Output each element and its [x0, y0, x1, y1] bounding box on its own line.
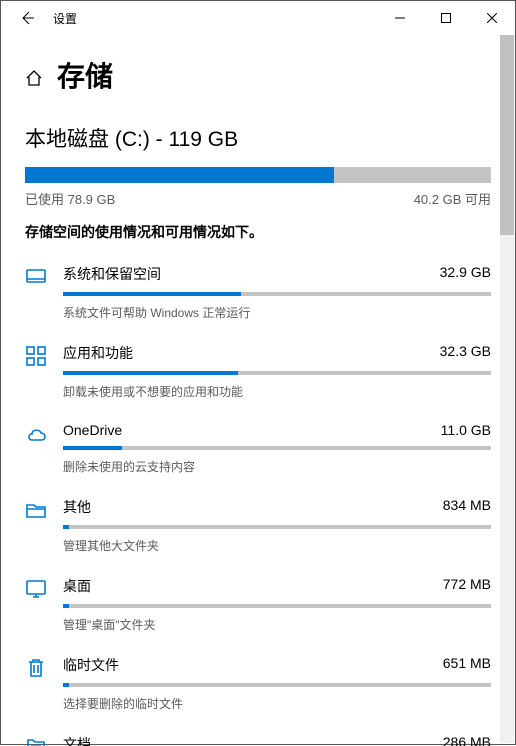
disk-usage-bar: [25, 167, 491, 183]
category-bar-fill: [63, 446, 122, 450]
storage-category[interactable]: 文档286 MB管理"文档"文件夹: [25, 734, 491, 746]
category-name: 临时文件: [63, 655, 119, 675]
page-title: 存储: [57, 55, 113, 95]
category-desc: 选择要删除的临时文件: [63, 695, 491, 712]
category-body: OneDrive 11.0 GB 删除未使用的云支持内容: [63, 422, 491, 475]
window-controls: [377, 1, 515, 35]
category-header: 其他 834 MB: [63, 497, 491, 517]
category-desc: 卸载未使用或不想要的应用和功能: [63, 383, 491, 400]
maximize-icon: [441, 13, 451, 23]
category-bar-fill: [63, 604, 69, 608]
disk-free-label: 40.2 GB 可用: [414, 189, 491, 208]
close-button[interactable]: [469, 1, 515, 35]
category-size: 32.9 GB: [440, 264, 491, 284]
category-body: 应用和功能 32.3 GB 卸载未使用或不想要的应用和功能: [63, 343, 491, 400]
category-name: 系统和保留空间: [63, 264, 161, 284]
category-bar: [63, 525, 491, 529]
category-name: 应用和功能: [63, 343, 133, 363]
category-size: 32.3 GB: [440, 343, 491, 363]
storage-category[interactable]: 其他 834 MB 管理其他大文件夹: [25, 497, 491, 554]
apps-icon: [25, 343, 63, 400]
home-icon[interactable]: [25, 69, 43, 87]
category-bar: [63, 371, 491, 375]
category-size: 11.0 GB: [441, 422, 491, 438]
category-header: 临时文件 651 MB: [63, 655, 491, 675]
category-name: 桌面: [63, 576, 91, 596]
disk-description: 存储空间的使用情况和可用情况如下。: [25, 222, 491, 242]
category-header: 应用和功能 32.3 GB: [63, 343, 491, 363]
category-bar: [63, 292, 491, 296]
storage-category[interactable]: 临时文件 651 MB 选择要删除的临时文件: [25, 655, 491, 712]
category-bar-fill: [63, 371, 238, 375]
category-desc: 系统文件可帮助 Windows 正常运行: [63, 304, 491, 321]
category-bar-fill: [63, 525, 69, 529]
category-name: 文档: [63, 734, 91, 746]
category-name: 其他: [63, 497, 91, 517]
disk-used-label: 已使用 78.9 GB: [25, 189, 115, 208]
content-area: 存储 本地磁盘 (C:) - 119 GB 已使用 78.9 GB 40.2 G…: [1, 35, 515, 746]
storage-category[interactable]: 系统和保留空间 32.9 GB 系统文件可帮助 Windows 正常运行: [25, 264, 491, 321]
disk-stats: 已使用 78.9 GB 40.2 GB 可用: [25, 189, 491, 208]
storage-category[interactable]: 应用和功能 32.3 GB 卸载未使用或不想要的应用和功能: [25, 343, 491, 400]
category-body: 系统和保留空间 32.9 GB 系统文件可帮助 Windows 正常运行: [63, 264, 491, 321]
desktop-icon: [25, 576, 63, 633]
scrollbar-thumb[interactable]: [500, 35, 514, 235]
disk-usage-fill: [25, 167, 334, 183]
storage-category[interactable]: OneDrive 11.0 GB 删除未使用的云支持内容: [25, 422, 491, 475]
category-bar: [63, 446, 491, 450]
disk-title: 本地磁盘 (C:) - 119 GB: [25, 123, 491, 153]
category-header: 文档 286 MB: [63, 734, 491, 746]
minimize-icon: [395, 13, 405, 23]
category-size: 772 MB: [443, 576, 491, 596]
vertical-scrollbar[interactable]: [500, 35, 514, 743]
storage-category-list: 系统和保留空间 32.9 GB 系统文件可帮助 Windows 正常运行应用和功能 3…: [25, 264, 491, 746]
storage-category[interactable]: 桌面 772 MB 管理"桌面"文件夹: [25, 576, 491, 633]
category-body: 其他 834 MB 管理其他大文件夹: [63, 497, 491, 554]
category-body: 文档286 MB管理"文档"文件夹: [63, 734, 491, 746]
category-bar-fill: [63, 683, 69, 687]
category-body: 桌面 772 MB 管理"桌面"文件夹: [63, 576, 491, 633]
back-button[interactable]: [5, 1, 49, 35]
category-size: 651 MB: [443, 655, 491, 675]
category-bar-fill: [63, 292, 241, 296]
category-desc: 管理"桌面"文件夹: [63, 616, 491, 633]
category-body: 临时文件 651 MB 选择要删除的临时文件: [63, 655, 491, 712]
title-bar: 设置: [1, 1, 515, 35]
system-icon: [25, 264, 63, 321]
category-desc: 删除未使用的云支持内容: [63, 458, 491, 475]
category-size: 834 MB: [443, 497, 491, 517]
window-title: 设置: [53, 10, 77, 27]
category-header: OneDrive 11.0 GB: [63, 422, 491, 438]
folder-icon: [25, 497, 63, 554]
category-desc: 管理其他大文件夹: [63, 537, 491, 554]
cloud-icon: [25, 422, 63, 475]
page-header: 存储: [25, 55, 491, 95]
category-size: 286 MB: [443, 734, 491, 746]
category-bar: [63, 604, 491, 608]
category-name: OneDrive: [63, 422, 122, 438]
category-header: 系统和保留空间 32.9 GB: [63, 264, 491, 284]
close-icon: [487, 13, 497, 23]
arrow-left-icon: [19, 10, 35, 26]
category-bar: [63, 683, 491, 687]
doc-icon: [25, 734, 63, 746]
trash-icon: [25, 655, 63, 712]
maximize-button[interactable]: [423, 1, 469, 35]
category-header: 桌面 772 MB: [63, 576, 491, 596]
minimize-button[interactable]: [377, 1, 423, 35]
